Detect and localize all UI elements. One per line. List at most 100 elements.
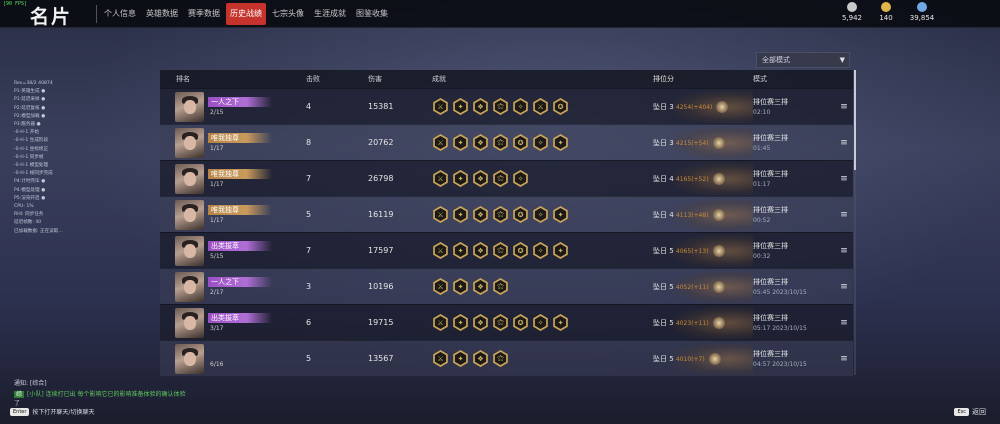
mode-filter-dropdown[interactable]: 全部模式 ▼ <box>756 52 850 68</box>
achievement-badge-icon[interactable]: ❖ <box>473 350 488 367</box>
achievement-badge-icon[interactable]: ✪ <box>513 314 528 331</box>
achievement-badge-icon[interactable]: ✦ <box>453 170 468 187</box>
achievement-badge-icon[interactable]: ⚝ <box>493 134 508 151</box>
achievement-badge-icon[interactable]: ⚔ <box>433 278 448 295</box>
match-time: 05:17 2023/10/15 <box>753 325 807 332</box>
table-row[interactable]: 一人之下 2/17 3 10196 ⚔ ✦ ❖ ⚝ 坠日 5 4052(+11) 排位… <box>160 268 853 304</box>
achievement-badge-icon[interactable]: ⚝ <box>493 242 508 259</box>
log-line: RHI: 同步任务 <box>14 212 44 218</box>
top-bar: [90 FPS] 名片 个人信息 英雄数据 赛季数据 历史战绩 七宗头像 生涯成就 图鉴收集… <box>0 0 1000 28</box>
achievement-badge-icon[interactable]: ⚔ <box>433 206 448 223</box>
achievement-badge-icon[interactable]: ⚝ <box>493 350 508 367</box>
back-button[interactable]: Esc 返回 <box>954 407 986 417</box>
achievement-badge-icon[interactable]: ⚔ <box>533 98 548 115</box>
achievement-badge-icon[interactable]: ❖ <box>473 206 488 223</box>
achievement-badge-icon[interactable]: ✪ <box>513 242 528 259</box>
achievement-badge-icon[interactable]: ⚔ <box>433 134 448 151</box>
achievement-badge-icon[interactable]: ✦ <box>453 278 468 295</box>
rank-emblem-icon <box>712 136 725 149</box>
achievement-badge-icon[interactable]: ✪ <box>513 206 528 223</box>
achievement-badge-icon[interactable]: ✧ <box>513 98 528 115</box>
achievement-badge-icon[interactable]: ✧ <box>513 170 528 187</box>
tab-6[interactable]: 图鉴收集 <box>352 3 392 25</box>
placement-title: 唯我独尊 <box>208 169 272 179</box>
player-cell: 出类拔萃 3/17 <box>160 307 303 338</box>
rank-score-delta: 4023(+11) <box>675 319 709 327</box>
achievement-badge-icon[interactable]: ✦ <box>453 242 468 259</box>
achievement-badge-icon[interactable]: ✦ <box>553 134 568 151</box>
table-row[interactable]: 一人之下 2/15 4 15381 ⚔ ✦ ❖ ⚝ ✧ ⚔ ✪ 坠日 3 4254(+404… <box>160 88 853 124</box>
achievement-badge-icon[interactable]: ✦ <box>453 98 468 115</box>
tab-0[interactable]: 个人信息 <box>100 3 140 25</box>
row-menu-icon[interactable]: ≡ <box>835 102 853 112</box>
row-menu-icon[interactable]: ≡ <box>835 354 853 364</box>
tab-4[interactable]: 七宗头像 <box>268 3 308 25</box>
enter-chat-hint[interactable]: Enter 按下打开聊天/切换聊天 <box>10 407 94 416</box>
achievement-badge-icon[interactable]: ❖ <box>473 242 488 259</box>
placement-rank: 2/17 <box>210 289 224 296</box>
achievement-badge-icon[interactable]: ❖ <box>473 134 488 151</box>
achievement-badge-icon[interactable]: ⚝ <box>493 278 508 295</box>
tab-5[interactable]: 生涯成就 <box>310 3 350 25</box>
achievement-badge-icon[interactable]: ✧ <box>533 134 548 151</box>
placement-rank: 6/16 <box>210 361 224 368</box>
achievement-badge-icon[interactable]: ⚝ <box>493 170 508 187</box>
achievement-badge-icon[interactable]: ✧ <box>533 314 548 331</box>
achievement-badge-icon[interactable]: ✦ <box>453 314 468 331</box>
rank-score-delta: 4113(+48) <box>675 211 709 219</box>
log-line: P3:服务器 ● <box>14 122 41 128</box>
achievement-badge-icon[interactable]: ❖ <box>473 98 488 115</box>
achievement-badge-icon[interactable]: ✦ <box>453 350 468 367</box>
rank-emblem-icon <box>712 280 725 293</box>
row-menu-icon[interactable]: ≡ <box>835 138 853 148</box>
achievement-badge-icon[interactable]: ✧ <box>533 242 548 259</box>
tab-1[interactable]: 英雄数据 <box>142 3 182 25</box>
avatar <box>175 343 204 374</box>
achievement-badge-icon[interactable]: ⚝ <box>493 206 508 223</box>
table-row[interactable]: 唯我独尊 1/17 8 20762 ⚔ ✦ ❖ ⚝ ✪ ✧ ✦ 坠日 3 4215(+54)… <box>160 124 853 160</box>
table-row[interactable]: 出类拔萃 5/15 7 17597 ⚔ ✦ ❖ ⚝ ✪ ✧ ✦ 坠日 5 4065(+13)… <box>160 232 853 268</box>
table-row[interactable]: 6/16 5 13567 ⚔ ✦ ❖ ⚝ 坠日 5 4010(+7) 排位赛三排 04… <box>160 340 853 376</box>
row-menu-icon[interactable]: ≡ <box>835 174 853 184</box>
achievement-badge-icon[interactable]: ❖ <box>473 170 488 187</box>
table-scrollbar[interactable] <box>854 70 856 375</box>
achievement-badge-icon[interactable]: ✪ <box>513 134 528 151</box>
achievement-badge-icon[interactable]: ⚝ <box>493 314 508 331</box>
achievement-badge-icon[interactable]: ✧ <box>533 206 548 223</box>
rank-cell: 坠日 5 4052(+11) <box>653 269 753 304</box>
mode-name: 排位赛三排 <box>753 242 788 250</box>
achievement-badge-icon[interactable]: ✦ <box>553 314 568 331</box>
achievement-badge-icon[interactable]: ✦ <box>553 242 568 259</box>
row-menu-icon[interactable]: ≡ <box>835 318 853 328</box>
achievement-badge-icon[interactable]: ✦ <box>453 134 468 151</box>
tab-3[interactable]: 历史战绩 <box>226 3 266 25</box>
esc-key-icon: Esc <box>954 408 969 416</box>
achievement-badge-icon[interactable]: ⚔ <box>433 314 448 331</box>
scrollbar-thumb[interactable] <box>854 70 856 170</box>
row-menu-icon[interactable]: ≡ <box>835 246 853 256</box>
player-cell: 唯我独尊 1/17 <box>160 127 303 158</box>
row-menu-icon[interactable]: ≡ <box>835 282 853 292</box>
placement-title <box>208 349 272 359</box>
achievement-badge-icon[interactable]: ⚔ <box>433 350 448 367</box>
chat-box: 通知: [综合] 综 [小队] 连续打已出 每个影响它已的影响准备体验的确认体验 … <box>14 378 254 407</box>
achievement-badge-icon[interactable]: ❖ <box>473 314 488 331</box>
tab-2[interactable]: 赛季数据 <box>184 3 224 25</box>
match-time: 01:17 <box>753 181 771 188</box>
achievement-badge-icon[interactable]: ⚔ <box>433 242 448 259</box>
mode-name: 排位赛三排 <box>753 314 788 322</box>
achievement-badge-icon[interactable]: ⚝ <box>493 98 508 115</box>
player-cell: 唯我独尊 1/17 <box>160 199 303 230</box>
achievement-badge-icon[interactable]: ⚔ <box>433 170 448 187</box>
achievement-badge-icon[interactable]: ⚔ <box>433 98 448 115</box>
achievement-badge-icon[interactable]: ✦ <box>553 206 568 223</box>
row-menu-icon[interactable]: ≡ <box>835 210 853 220</box>
placement-rank: 3/17 <box>210 325 224 332</box>
table-row[interactable]: 出类拔萃 3/17 6 19715 ⚔ ✦ ❖ ⚝ ✪ ✧ ✦ 坠日 5 4023(+11)… <box>160 304 853 340</box>
table-row[interactable]: 唯我独尊 1/17 5 16119 ⚔ ✦ ❖ ⚝ ✪ ✧ ✦ 坠日 4 4113(+48)… <box>160 196 853 232</box>
table-row[interactable]: 唯我独尊 1/17 7 26798 ⚔ ✦ ❖ ⚝ ✧ 坠日 4 4165(+52) 排… <box>160 160 853 196</box>
achievement-badge-icon[interactable]: ✦ <box>453 206 468 223</box>
log-line: P1:延迟采样 ● <box>14 97 46 103</box>
achievement-badge-icon[interactable]: ✪ <box>553 98 568 115</box>
achievement-badge-icon[interactable]: ❖ <box>473 278 488 295</box>
